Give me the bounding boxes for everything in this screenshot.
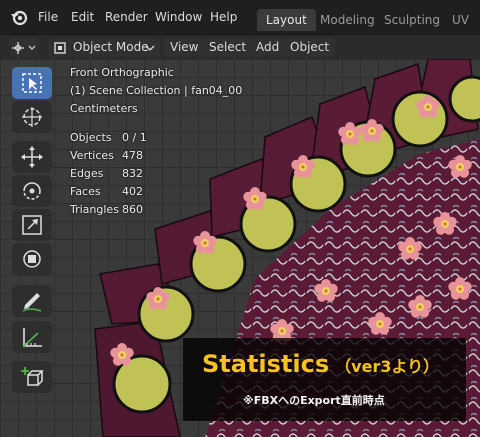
rotate-tool[interactable]: [12, 175, 52, 207]
stat-value-triangles: 860: [122, 203, 143, 216]
menu-file[interactable]: File: [38, 10, 58, 24]
tab-uv-editing[interactable]: UV E: [443, 9, 480, 49]
stat-value-vertices: 478: [122, 149, 143, 162]
view-menu[interactable]: View: [164, 38, 205, 57]
annotate-tool[interactable]: [12, 285, 52, 317]
measure-icon: [23, 328, 42, 347]
menu-edit[interactable]: Edit: [71, 10, 94, 24]
scale-icon: [22, 215, 42, 235]
stat-label-triangles: Triangles: [70, 203, 119, 216]
banner-subtitle: ※FBXへのExport直前時点: [243, 394, 385, 407]
chevron-down-icon: [145, 45, 155, 51]
stat-value-faces: 402: [122, 185, 143, 198]
cursor-tool[interactable]: [12, 101, 52, 133]
select-box-icon: [22, 73, 42, 93]
statistics-banner: Statistics （ver3より） ※FBXへのExport直前時点: [183, 338, 466, 421]
add-menu[interactable]: Add: [250, 38, 286, 57]
add-cube-tool[interactable]: [12, 361, 52, 393]
stat-value-objects: 0 / 1: [122, 131, 147, 144]
stat-label-vertices: Vertices: [70, 149, 114, 162]
menu-window[interactable]: Window: [155, 10, 202, 24]
cursor-icon: [22, 107, 42, 127]
menu-render[interactable]: Render: [105, 10, 148, 24]
transform-pivot-dropdown[interactable]: [10, 38, 38, 57]
select-menu[interactable]: Select: [203, 38, 253, 57]
scale-tool[interactable]: [12, 209, 52, 241]
stat-label-edges: Edges: [70, 167, 104, 180]
stat-label-objects: Objects: [70, 131, 112, 144]
top-menu-bar: File Edit Render Window Help Layout Mode…: [0, 0, 480, 49]
banner-title-suffix: （ver3より）: [335, 357, 440, 376]
units-label: Centimeters: [70, 102, 138, 115]
object-menu[interactable]: Object: [284, 38, 336, 57]
tab-layout[interactable]: Layout: [257, 9, 316, 31]
mode-label: Object Mode: [73, 40, 149, 54]
add-cube-icon: [21, 367, 44, 386]
tab-modeling[interactable]: Modeling: [311, 9, 384, 31]
pivot-icon: [12, 42, 36, 54]
transform-tool[interactable]: [12, 243, 52, 275]
rotate-icon: [23, 182, 41, 200]
banner-title: Statistics （ver3より）: [202, 350, 439, 378]
measure-tool[interactable]: [12, 321, 52, 353]
move-tool[interactable]: [12, 141, 52, 173]
object-mode-icon: [54, 42, 66, 54]
menu-help[interactable]: Help: [210, 10, 237, 24]
stat-value-edges: 832: [122, 167, 143, 180]
select-box-tool[interactable]: [12, 67, 52, 99]
annotate-icon: [22, 293, 42, 312]
transform-icon: [23, 250, 41, 268]
banner-title-main: Statistics: [202, 350, 330, 378]
stat-label-faces: Faces: [70, 185, 101, 198]
viewport-header: Object Mode View Select Add Object: [0, 34, 480, 59]
view-name: Front Orthographic: [70, 66, 174, 79]
collection-label: (1) Scene Collection | fan04_00: [70, 84, 243, 97]
mode-dropdown[interactable]: Object Mode: [48, 38, 160, 57]
blender-logo-icon[interactable]: [10, 8, 28, 26]
tab-sculpting[interactable]: Sculpting: [375, 9, 449, 31]
move-icon: [21, 146, 43, 168]
